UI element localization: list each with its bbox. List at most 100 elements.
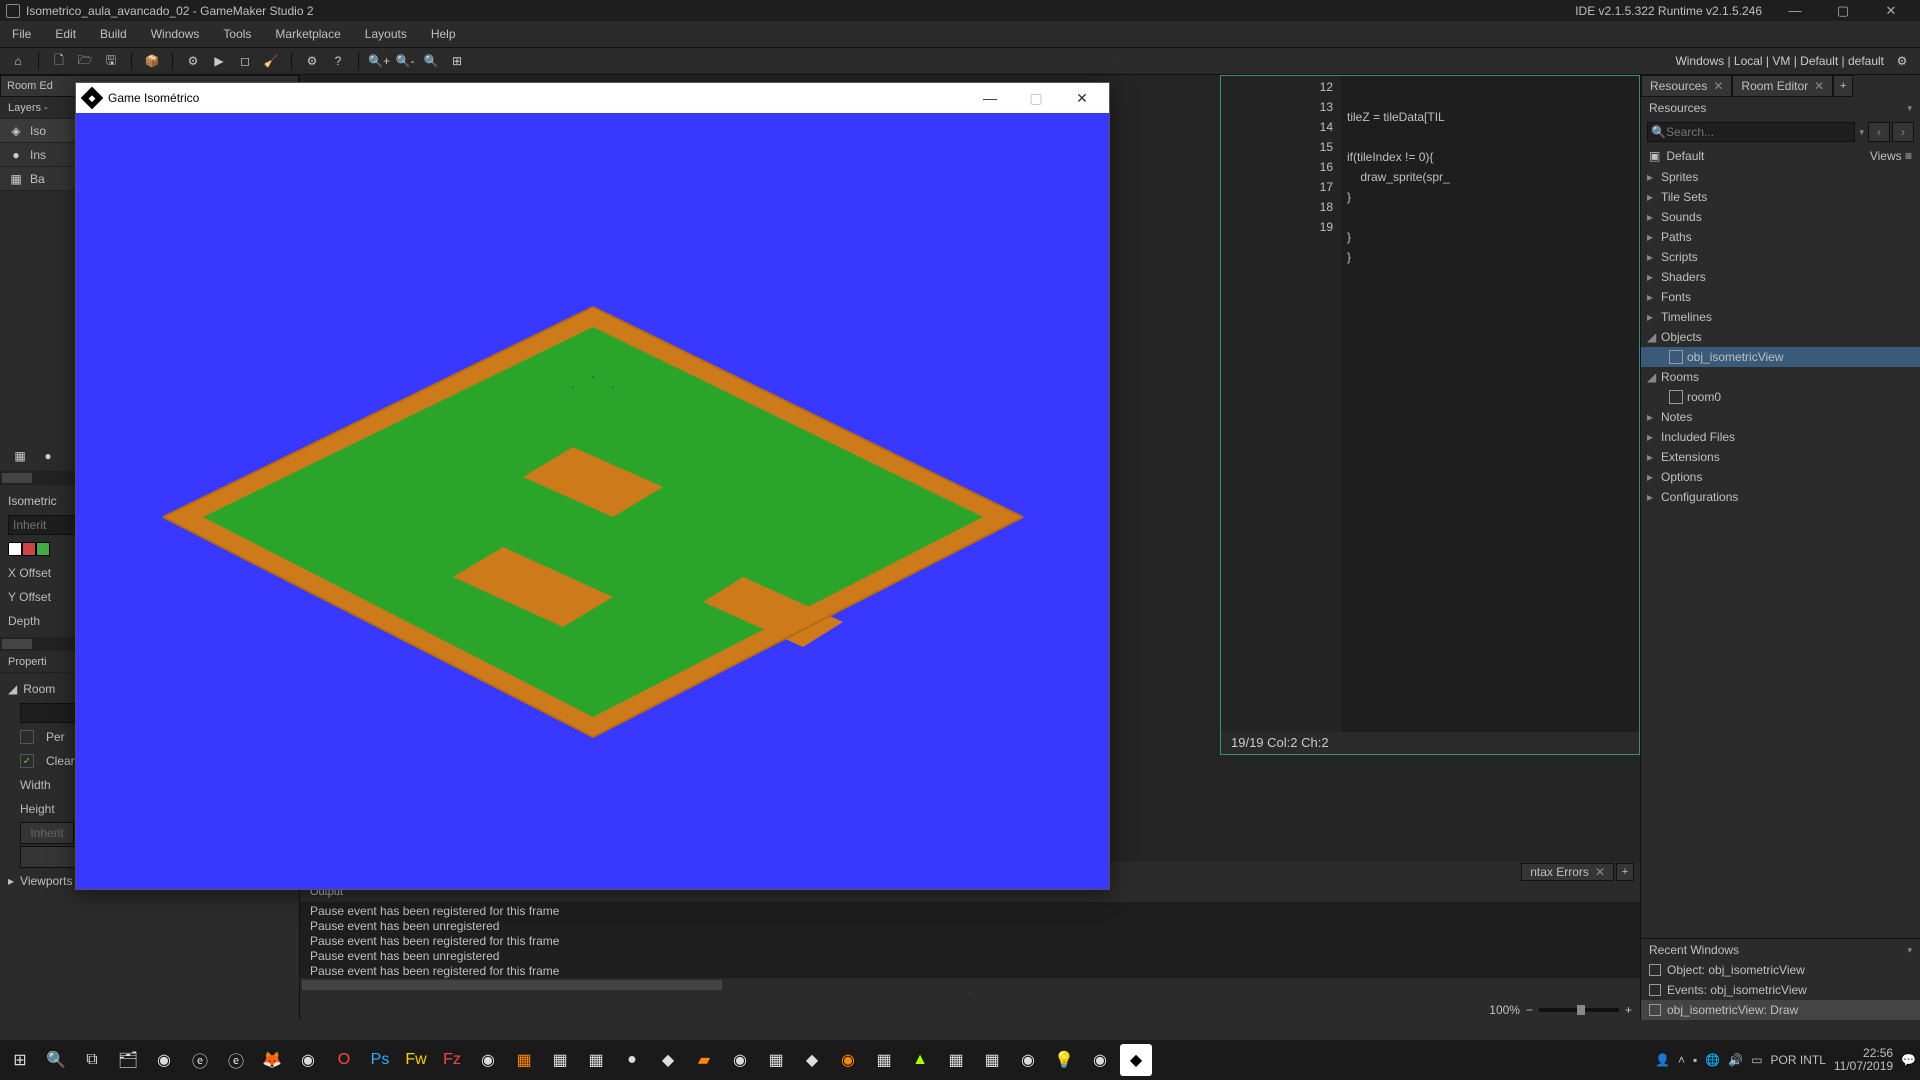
start-icon[interactable]: ⊞ bbox=[4, 1044, 36, 1076]
menu-file[interactable]: File bbox=[0, 27, 43, 41]
search-input[interactable] bbox=[1647, 122, 1855, 142]
clock[interactable]: 22:5611/07/2019 bbox=[1834, 1047, 1893, 1073]
code-body[interactable]: tileZ = tileData[TILif(tileIndex != 0){ … bbox=[1341, 76, 1639, 754]
tab-add[interactable]: + bbox=[1616, 863, 1634, 881]
network-icon[interactable]: 🌐 bbox=[1705, 1053, 1720, 1067]
app-icon[interactable]: ◉ bbox=[724, 1044, 756, 1076]
tree-item-room0[interactable]: room0 bbox=[1641, 387, 1920, 407]
chevron-down-icon[interactable]: ▾ bbox=[1907, 939, 1912, 960]
tab-room-editor[interactable]: Room Editor✕ bbox=[1732, 75, 1833, 97]
gamemaker-icon[interactable]: ◆ bbox=[652, 1044, 684, 1076]
tree-item-obj_isometricView[interactable]: obj_isometricView bbox=[1641, 347, 1920, 367]
blender-icon[interactable]: ◉ bbox=[832, 1044, 864, 1076]
notifications-icon[interactable]: 💬 bbox=[1901, 1053, 1916, 1067]
eclipse-icon[interactable]: ◉ bbox=[1084, 1044, 1116, 1076]
game-minimize-button[interactable]: — bbox=[967, 83, 1013, 113]
new-project-icon[interactable]: 🗋 bbox=[47, 50, 71, 72]
default-view[interactable]: Default bbox=[1666, 145, 1704, 167]
zoom-in-icon[interactable]: 🔍+ bbox=[367, 50, 391, 72]
explorer-icon[interactable]: 🗂 bbox=[112, 1044, 144, 1076]
app-icon[interactable]: ▦ bbox=[580, 1044, 612, 1076]
chevron-down-icon[interactable]: ▾ bbox=[1907, 97, 1912, 119]
opera-icon[interactable]: O bbox=[328, 1044, 360, 1076]
tree-shaders[interactable]: ▸Shaders bbox=[1641, 267, 1920, 287]
game-window[interactable]: ◆ Game Isométrico — ▢ ✕ bbox=[75, 82, 1110, 890]
minimize-button[interactable]: — bbox=[1772, 0, 1818, 21]
tree-included-files[interactable]: ▸Included Files bbox=[1641, 427, 1920, 447]
firefox-icon[interactable]: 🦊 bbox=[256, 1044, 288, 1076]
close-icon[interactable]: ✕ bbox=[1814, 76, 1824, 96]
gms2-icon[interactable]: ◆ bbox=[1120, 1044, 1152, 1076]
tab-syntax-errors[interactable]: ntax Errors✕ bbox=[1521, 863, 1614, 881]
open-project-icon[interactable]: 🗁 bbox=[73, 50, 97, 72]
output-body[interactable]: Pause event has been registered for this… bbox=[300, 902, 1640, 978]
inherit-button[interactable]: Inherit bbox=[20, 822, 74, 844]
battery-icon[interactable]: ▭ bbox=[1751, 1053, 1762, 1067]
tree-sprites[interactable]: ▸Sprites bbox=[1641, 167, 1920, 187]
sublime-icon[interactable]: ▰ bbox=[688, 1044, 720, 1076]
zoom-out-icon[interactable]: 🔍- bbox=[393, 50, 417, 72]
zoom-in-icon[interactable]: + bbox=[1625, 1003, 1632, 1017]
layer-add-icon[interactable]: ▦ bbox=[8, 445, 32, 467]
search-taskbar-icon[interactable]: 🔍 bbox=[40, 1044, 72, 1076]
zoom-reset-icon[interactable]: 🔍 bbox=[419, 50, 443, 72]
app-icon[interactable]: ● bbox=[616, 1044, 648, 1076]
tree-configurations[interactable]: ▸Configurations bbox=[1641, 487, 1920, 507]
zoom-slider[interactable] bbox=[1539, 1008, 1619, 1012]
chrome-icon[interactable]: ◉ bbox=[292, 1044, 324, 1076]
close-icon[interactable]: ✕ bbox=[1713, 76, 1723, 96]
menu-windows[interactable]: Windows bbox=[139, 27, 212, 41]
tree-tile-sets[interactable]: ▸Tile Sets bbox=[1641, 187, 1920, 207]
menu-help[interactable]: Help bbox=[419, 27, 468, 41]
color-swatches[interactable] bbox=[8, 542, 50, 556]
stop-icon[interactable]: ◻ bbox=[233, 50, 257, 72]
tab-add[interactable]: + bbox=[1833, 75, 1853, 97]
debug-icon[interactable]: ⚙ bbox=[181, 50, 205, 72]
close-button[interactable]: ✕ bbox=[1868, 0, 1914, 21]
tree-paths[interactable]: ▸Paths bbox=[1641, 227, 1920, 247]
tree-rooms[interactable]: ◢Rooms bbox=[1641, 367, 1920, 387]
run-icon[interactable]: ▶ bbox=[207, 50, 231, 72]
app-icon[interactable]: ▲ bbox=[904, 1044, 936, 1076]
nav-prev-icon[interactable]: ‹ bbox=[1868, 122, 1890, 142]
docking-icon[interactable]: ⊞ bbox=[445, 50, 469, 72]
tree-options[interactable]: ▸Options bbox=[1641, 467, 1920, 487]
recent-item[interactable]: obj_isometricView: Draw bbox=[1641, 1000, 1920, 1020]
app-icon[interactable]: ▦ bbox=[976, 1044, 1008, 1076]
tab-resources[interactable]: Resources✕ bbox=[1641, 75, 1732, 97]
target-label[interactable]: Windows | Local | VM | Default | default bbox=[1671, 54, 1888, 68]
tree-notes[interactable]: ▸Notes bbox=[1641, 407, 1920, 427]
app-icon[interactable]: ▦ bbox=[760, 1044, 792, 1076]
create-exe-icon[interactable]: 📦 bbox=[140, 50, 164, 72]
unity-icon[interactable]: ◆ bbox=[796, 1044, 828, 1076]
collapse-icon[interactable]: ︾ bbox=[300, 992, 1640, 1000]
room-section[interactable]: Room bbox=[23, 682, 55, 696]
tree-extensions[interactable]: ▸Extensions bbox=[1641, 447, 1920, 467]
persistent-check[interactable] bbox=[20, 730, 34, 744]
fireworks-icon[interactable]: Fw bbox=[400, 1044, 432, 1076]
app-icon[interactable]: ▦ bbox=[868, 1044, 900, 1076]
menu-marketplace[interactable]: Marketplace bbox=[263, 27, 352, 41]
menu-build[interactable]: Build bbox=[88, 27, 139, 41]
search-drop-icon[interactable]: ▾ bbox=[1859, 127, 1864, 138]
photoshop-icon[interactable]: Ps bbox=[364, 1044, 396, 1076]
volume-icon[interactable]: 🔊 bbox=[1728, 1053, 1743, 1067]
tree-scripts[interactable]: ▸Scripts bbox=[1641, 247, 1920, 267]
tree-timelines[interactable]: ▸Timelines bbox=[1641, 307, 1920, 327]
close-icon[interactable]: ✕ bbox=[1595, 864, 1605, 880]
ie-icon[interactable]: ⓔ bbox=[184, 1044, 216, 1076]
app-icon[interactable]: ▦ bbox=[544, 1044, 576, 1076]
maximize-button[interactable]: ▢ bbox=[1820, 0, 1866, 21]
clear-display-check[interactable] bbox=[20, 754, 34, 768]
tray-icon[interactable]: ▪ bbox=[1693, 1053, 1697, 1067]
tree-fonts[interactable]: ▸Fonts bbox=[1641, 287, 1920, 307]
menu-tools[interactable]: Tools bbox=[211, 27, 263, 41]
output-scrollbar[interactable] bbox=[300, 978, 1640, 992]
recent-item[interactable]: Events: obj_isometricView bbox=[1641, 980, 1920, 1000]
taskview-icon[interactable]: ⧉ bbox=[76, 1044, 108, 1076]
nav-next-icon[interactable]: › bbox=[1892, 122, 1914, 142]
menu-edit[interactable]: Edit bbox=[43, 27, 88, 41]
edge-icon[interactable]: ⓔ bbox=[220, 1044, 252, 1076]
app-icon[interactable]: ▦ bbox=[940, 1044, 972, 1076]
tree-objects[interactable]: ◢Objects bbox=[1641, 327, 1920, 347]
